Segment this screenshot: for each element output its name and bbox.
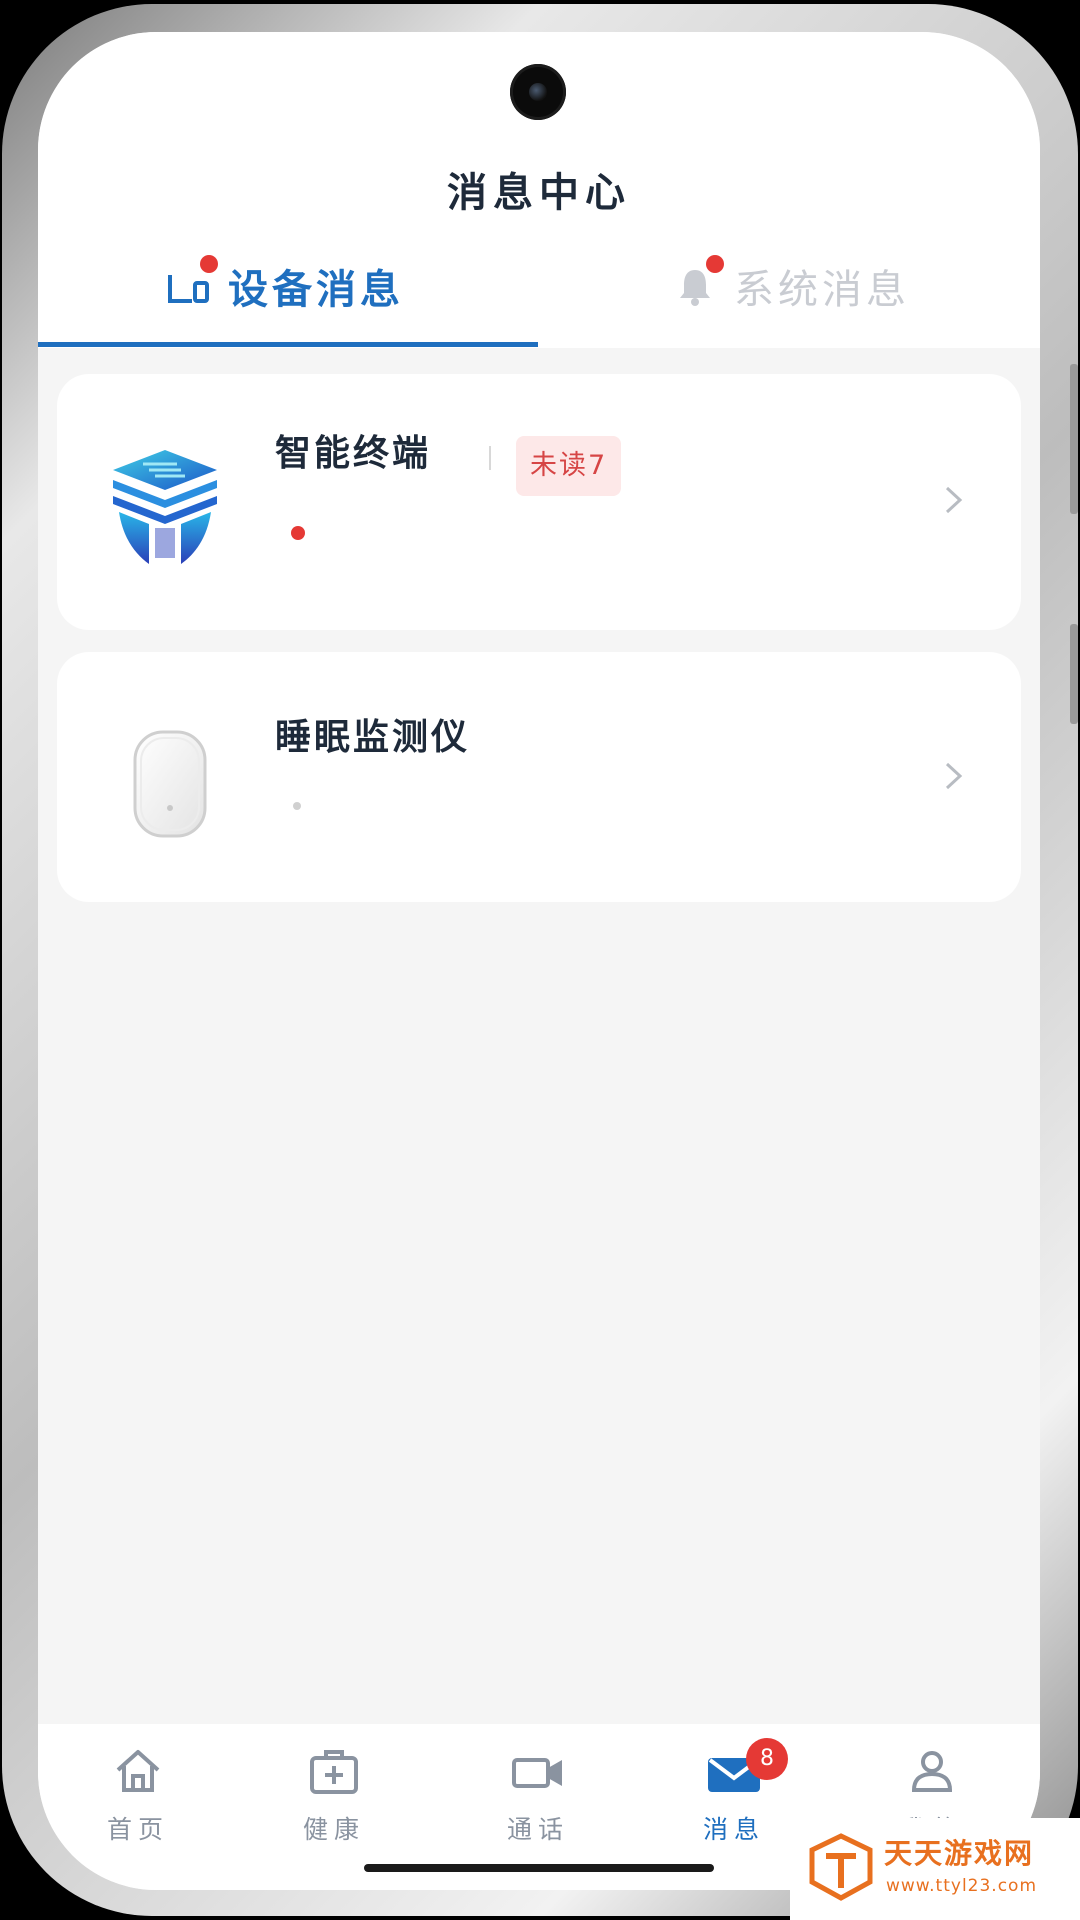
screen: 消息中心 设备消息 系统消息 智能终端 未读7 睡眠监测仪 首页 健康 通话 8…	[38, 32, 1040, 1890]
watermark-url: www.ttyl23.com	[886, 1876, 1038, 1896]
nav-label: 健康	[302, 1815, 365, 1844]
phone-frame: 消息中心 设备消息 系统消息 智能终端 未读7 睡眠监测仪 首页 健康 通话 8…	[2, 4, 1078, 1916]
unread-dot	[291, 526, 305, 540]
device-name: 智能终端	[275, 433, 432, 474]
health-kit-icon	[306, 1744, 362, 1800]
tab-device-messages[interactable]: 设备消息	[166, 255, 404, 316]
tab-unread-dot	[706, 255, 724, 273]
device-card-smart-terminal[interactable]: 智能终端 未读7	[57, 374, 1021, 630]
page-title: 消息中心	[447, 170, 631, 216]
chevron-right-icon	[943, 484, 965, 516]
device-card-sleep-monitor[interactable]: 睡眠监测仪	[57, 652, 1021, 902]
nav-label: 通话	[506, 1815, 569, 1844]
active-tab-indicator	[38, 342, 538, 347]
nav-label: 首页	[106, 1815, 169, 1844]
nav-home[interactable]: 首页	[38, 1724, 238, 1864]
device-icon	[166, 255, 218, 309]
tab-label: 设备消息	[228, 267, 404, 313]
video-call-icon	[510, 1744, 566, 1800]
smart-terminal-logo	[105, 438, 225, 568]
watermark: 天天游戏网 www.ttyl23.com	[790, 1818, 1080, 1920]
home-icon	[110, 1744, 166, 1800]
divider	[489, 446, 491, 470]
device-name: 睡眠监测仪	[275, 717, 471, 758]
nav-call[interactable]: 通话	[438, 1724, 638, 1864]
power-button	[1070, 624, 1078, 724]
bell-icon	[672, 255, 724, 309]
tab-unread-dot	[200, 255, 218, 273]
tab-label: 系统消息	[734, 267, 910, 313]
watermark-logo	[808, 1832, 874, 1902]
tab-system-messages[interactable]: 系统消息	[672, 255, 910, 316]
chevron-right-icon	[943, 760, 965, 792]
volume-button	[1070, 364, 1078, 514]
header-area: 消息中心 设备消息 系统消息	[38, 32, 1040, 348]
home-indicator[interactable]	[364, 1864, 714, 1872]
user-icon	[904, 1744, 960, 1800]
message-count-badge: 8	[746, 1738, 788, 1780]
nav-health[interactable]: 健康	[234, 1724, 434, 1864]
status-dot	[293, 802, 301, 810]
watermark-text: 天天游戏网	[884, 1837, 1035, 1870]
unread-badge: 未读7	[516, 436, 622, 496]
sleep-monitor-device	[105, 716, 225, 846]
front-camera	[510, 64, 566, 120]
